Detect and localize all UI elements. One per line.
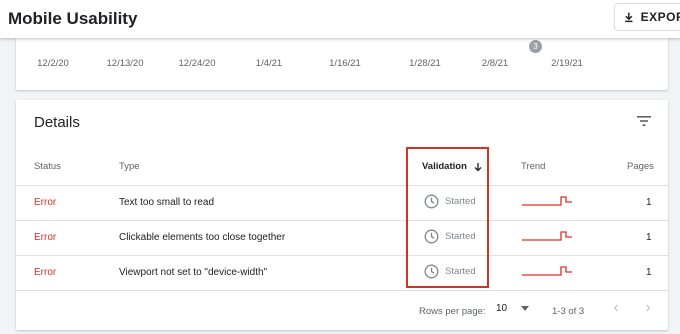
rows-per-page-label: Rows per page: xyxy=(419,306,486,317)
trend-sparkline xyxy=(522,231,572,241)
pages-cell: 1 xyxy=(646,197,652,208)
dropdown-caret-icon xyxy=(521,306,530,311)
status-cell: Error xyxy=(34,197,57,208)
validation-cell: Started xyxy=(424,229,476,244)
status-cell: Error xyxy=(34,267,57,278)
x-tick: 12/24/20 xyxy=(178,58,216,69)
status-cell: Error xyxy=(34,232,57,243)
trend-sparkline xyxy=(522,196,572,206)
details-card: Details Status Type Validation Trend Pag… xyxy=(16,100,668,330)
rows-per-page-select[interactable]: 10 xyxy=(496,303,530,314)
validation-status: Started xyxy=(445,231,476,242)
x-tick: 1/28/21 xyxy=(409,58,441,69)
column-header-validation-label: Validation xyxy=(422,161,467,172)
clock-icon xyxy=(424,194,439,209)
arrow-down-icon xyxy=(474,162,482,171)
page-title: Mobile Usability xyxy=(8,9,138,28)
x-tick: 12/2/20 xyxy=(37,58,69,69)
clock-icon xyxy=(424,229,439,244)
divider xyxy=(16,255,668,256)
trend-sparkline xyxy=(522,266,572,276)
annotation-badge[interactable]: 3 xyxy=(529,40,542,53)
validation-status: Started xyxy=(445,266,476,277)
column-header-validation[interactable]: Validation xyxy=(422,161,483,172)
validation-status: Started xyxy=(445,196,476,207)
pages-cell: 1 xyxy=(646,232,652,243)
type-cell: Viewport not set to "device-width" xyxy=(119,267,268,278)
validation-cell: Started xyxy=(424,194,476,209)
column-header-type[interactable]: Type xyxy=(119,161,140,172)
x-tick: 1/4/21 xyxy=(255,58,283,69)
validation-cell: Started xyxy=(424,264,476,279)
download-icon xyxy=(625,12,633,23)
rows-per-page-value: 10 xyxy=(496,303,508,314)
column-header-trend[interactable]: Trend xyxy=(521,161,545,172)
column-header-status[interactable]: Status xyxy=(34,161,61,172)
type-cell: Clickable elements too close together xyxy=(119,232,286,243)
column-header-pages[interactable]: Pages xyxy=(627,161,654,172)
top-app-bar: Mobile Usability EXPORT xyxy=(0,0,680,38)
x-tick: 2/8/21 xyxy=(481,58,509,69)
prev-page-button[interactable]: ‹ xyxy=(608,300,624,317)
clock-icon xyxy=(424,264,439,279)
x-tick: 1/16/21 xyxy=(329,58,361,69)
type-cell: Text too small to read xyxy=(119,197,215,208)
export-button[interactable]: EXPORT xyxy=(614,3,680,31)
pagination-range: 1-3 of 3 xyxy=(552,306,585,317)
divider xyxy=(16,290,668,291)
filter-icon[interactable] xyxy=(636,114,652,128)
divider xyxy=(16,220,668,221)
export-label: EXPORT xyxy=(640,10,680,24)
x-tick: 2/19/21 xyxy=(551,58,583,69)
details-title: Details xyxy=(34,114,80,131)
x-tick: 12/13/20 xyxy=(106,58,144,69)
divider xyxy=(16,185,668,186)
pages-cell: 1 xyxy=(646,267,652,278)
next-page-button[interactable]: › xyxy=(640,300,656,317)
